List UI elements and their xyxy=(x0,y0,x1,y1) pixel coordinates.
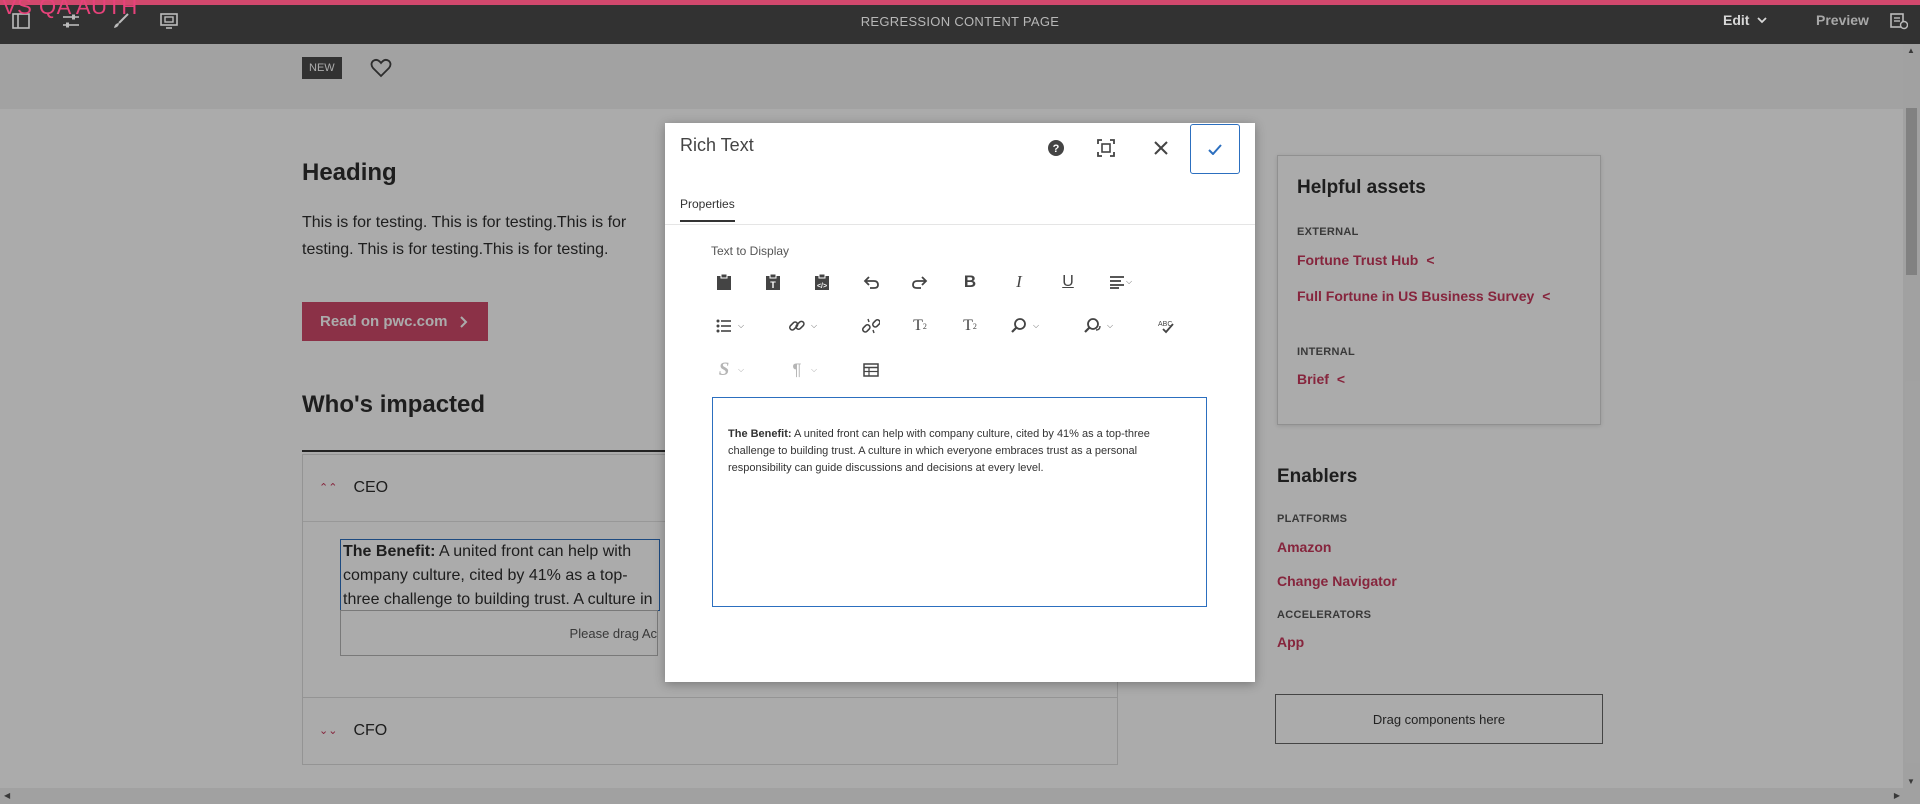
paste-word-icon[interactable]: </> xyxy=(807,267,837,297)
subscript-icon[interactable]: T2 xyxy=(905,311,935,341)
rte-toolbar-row: ⌵ ⌵ T2 T2 ⌵ ⌵ ABC xyxy=(665,311,1255,343)
paste-as-text-icon[interactable]: T xyxy=(758,267,788,297)
italic-icon[interactable]: I xyxy=(1004,267,1034,297)
chevron-down-icon[interactable]: ⌵ xyxy=(735,355,747,385)
redo-icon[interactable] xyxy=(905,267,935,297)
chevron-down-icon[interactable]: ⌵ xyxy=(808,311,820,341)
page-title: REGRESSION CONTENT PAGE xyxy=(860,14,1060,29)
spellcheck-icon[interactable]: ABC xyxy=(1151,311,1181,341)
preview-button[interactable]: Preview xyxy=(1816,12,1869,28)
mode-selector[interactable]: Edit xyxy=(1723,12,1768,28)
chevron-down-icon[interactable]: ⌵ xyxy=(1104,311,1116,341)
svg-text:?: ? xyxy=(1053,143,1060,155)
bold-icon[interactable]: B xyxy=(955,267,985,297)
close-icon[interactable] xyxy=(1144,131,1178,165)
chevron-down-icon[interactable]: ⌵ xyxy=(1030,311,1042,341)
chevron-down-icon[interactable]: ⌵ xyxy=(808,355,820,385)
environment-label: VS QA AUTH xyxy=(2,0,138,19)
unlink-icon[interactable] xyxy=(856,311,886,341)
rich-text-dialog: Rich Text ? Properties Text to Display T… xyxy=(665,123,1255,682)
emulator-icon[interactable] xyxy=(156,8,182,34)
field-label: Text to Display xyxy=(711,244,790,258)
done-button[interactable] xyxy=(1190,124,1240,174)
svg-text:</>: </> xyxy=(817,283,827,290)
annotations-icon[interactable] xyxy=(1886,8,1912,34)
tab-divider xyxy=(665,224,1255,225)
svg-text:T: T xyxy=(770,280,776,290)
rte-toolbar-row: S ⌵ ¶ ⌵ xyxy=(665,355,1255,387)
table-icon[interactable] xyxy=(856,355,886,385)
underline-icon[interactable]: U xyxy=(1053,267,1083,297)
help-icon[interactable]: ? xyxy=(1039,131,1073,165)
content-text: A united front can help with company cul… xyxy=(728,428,1150,474)
dialog-title: Rich Text xyxy=(680,135,754,155)
undo-icon[interactable] xyxy=(856,267,886,297)
checkmark-icon xyxy=(1208,143,1222,155)
chevron-down-icon[interactable]: ⌵ xyxy=(735,311,747,341)
superscript-icon[interactable]: T2 xyxy=(955,311,985,341)
paste-icon[interactable] xyxy=(709,267,739,297)
tab-properties[interactable]: Properties xyxy=(680,197,735,222)
chevron-down-icon[interactable]: ⌵ xyxy=(1123,267,1135,297)
chevron-down-icon xyxy=(1757,17,1768,24)
rich-text-editor-area[interactable]: The Benefit: A united front can help wit… xyxy=(712,397,1207,607)
mode-label: Edit xyxy=(1723,12,1750,28)
content-bold-text: The Benefit: xyxy=(728,428,792,440)
fullscreen-icon[interactable] xyxy=(1089,131,1123,165)
rte-toolbar-row: T </> B I U ⌵ xyxy=(665,267,1255,299)
